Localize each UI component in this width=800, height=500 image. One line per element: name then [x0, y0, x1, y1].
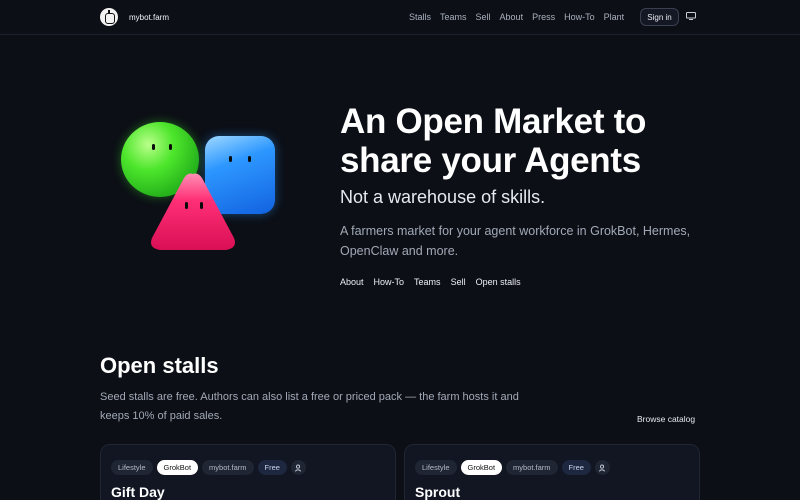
tag-category[interactable]: Lifestyle [111, 460, 153, 475]
nav-link-teams[interactable]: Teams [440, 12, 467, 22]
nav-links: Stalls Teams Sell About Press How-To Pla… [409, 12, 633, 22]
top-nav: mybot.farm Stalls Teams Sell About Press… [0, 0, 800, 35]
section-title: Open stalls [100, 353, 219, 378]
nav-link-stalls[interactable]: Stalls [409, 12, 431, 22]
hero-link-teams[interactable]: Teams [414, 277, 441, 287]
brand-name[interactable]: mybot.farm [129, 13, 169, 22]
tag-platform[interactable]: GrokBot [156, 460, 199, 475]
hero-link-open-stalls[interactable]: Open stalls [476, 277, 521, 287]
nav-link-sell[interactable]: Sell [476, 12, 491, 22]
section-description: Seed stalls are free. Authors can also l… [100, 391, 519, 422]
hero-link-how-to[interactable]: How-To [374, 277, 405, 287]
monitor-icon[interactable] [686, 12, 696, 20]
hero-illustration [118, 122, 283, 257]
hero-links: About How-To Teams Sell Open stalls [340, 277, 531, 287]
tag-author[interactable]: mybot.farm [506, 460, 558, 475]
nav-link-about[interactable]: About [500, 12, 524, 22]
hero-title: An Open Market to share your Agents [340, 102, 647, 180]
hero-subtitle: Not a warehouse of skills. [340, 187, 546, 207]
tag-category[interactable]: Lifestyle [415, 460, 457, 475]
card-title[interactable]: Sprout [415, 484, 460, 500]
brand[interactable]: mybot.farm [100, 8, 169, 26]
stall-card[interactable]: Lifestyle GrokBot mybot.farm Free Sprout [404, 444, 700, 500]
hero-description: A farmers market for your agent workforc… [340, 224, 691, 258]
eye [229, 156, 232, 162]
tag-price: Free [561, 460, 591, 475]
hero-link-sell[interactable]: Sell [451, 277, 466, 287]
robot-logo-icon [100, 8, 118, 26]
browse-catalog-link[interactable]: Browse catalog [637, 414, 695, 424]
stall-card[interactable]: Lifestyle GrokBot mybot.farm Free Gift D… [100, 444, 396, 500]
nav-link-how-to[interactable]: How-To [564, 12, 595, 22]
tag-platform[interactable]: GrokBot [460, 460, 503, 475]
tag-list: Lifestyle GrokBot mybot.farm Free [111, 460, 306, 475]
tag-author[interactable]: mybot.farm [202, 460, 254, 475]
user-icon[interactable] [594, 460, 610, 475]
red-triangle-blob [151, 173, 235, 250]
eye [248, 156, 251, 162]
eye [169, 144, 172, 150]
sign-in-button[interactable]: Sign in [640, 8, 679, 26]
hero-link-about[interactable]: About [340, 277, 364, 287]
tag-list: Lifestyle GrokBot mybot.farm Free [415, 460, 610, 475]
nav-link-plant[interactable]: Plant [604, 12, 625, 22]
card-title[interactable]: Gift Day [111, 484, 165, 500]
eye [152, 144, 155, 150]
user-icon[interactable] [290, 460, 306, 475]
nav-link-press[interactable]: Press [532, 12, 555, 22]
tag-price: Free [257, 460, 287, 475]
